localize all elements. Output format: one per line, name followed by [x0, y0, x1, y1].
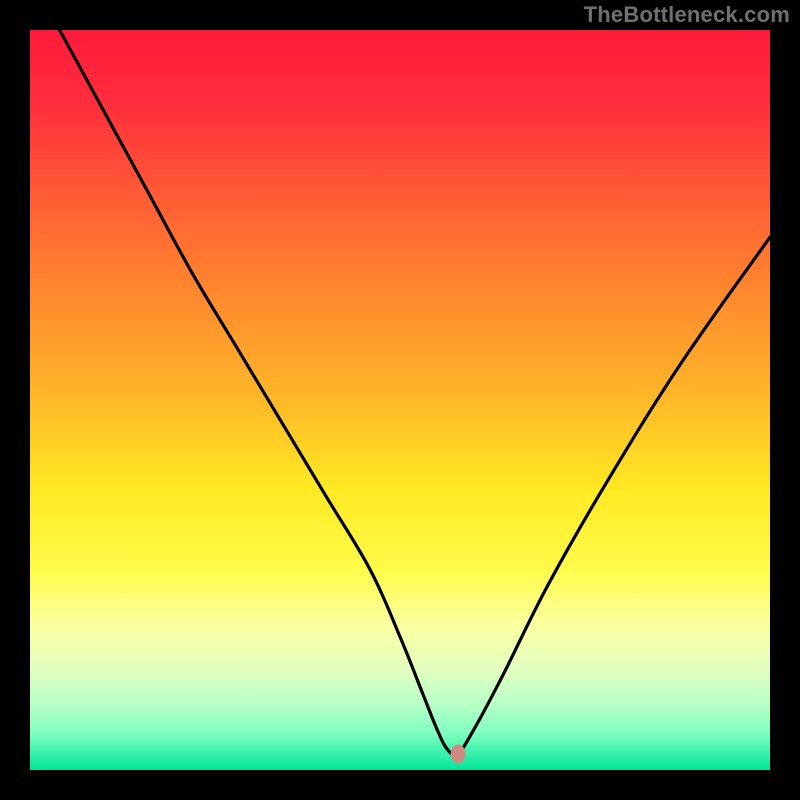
- watermark-text: TheBottleneck.com: [584, 2, 790, 28]
- bottleneck-curve: [60, 30, 770, 755]
- plot-area: [30, 30, 770, 770]
- curve-layer: [30, 30, 770, 770]
- chart-frame: TheBottleneck.com: [0, 0, 800, 800]
- optimum-marker: [450, 744, 465, 763]
